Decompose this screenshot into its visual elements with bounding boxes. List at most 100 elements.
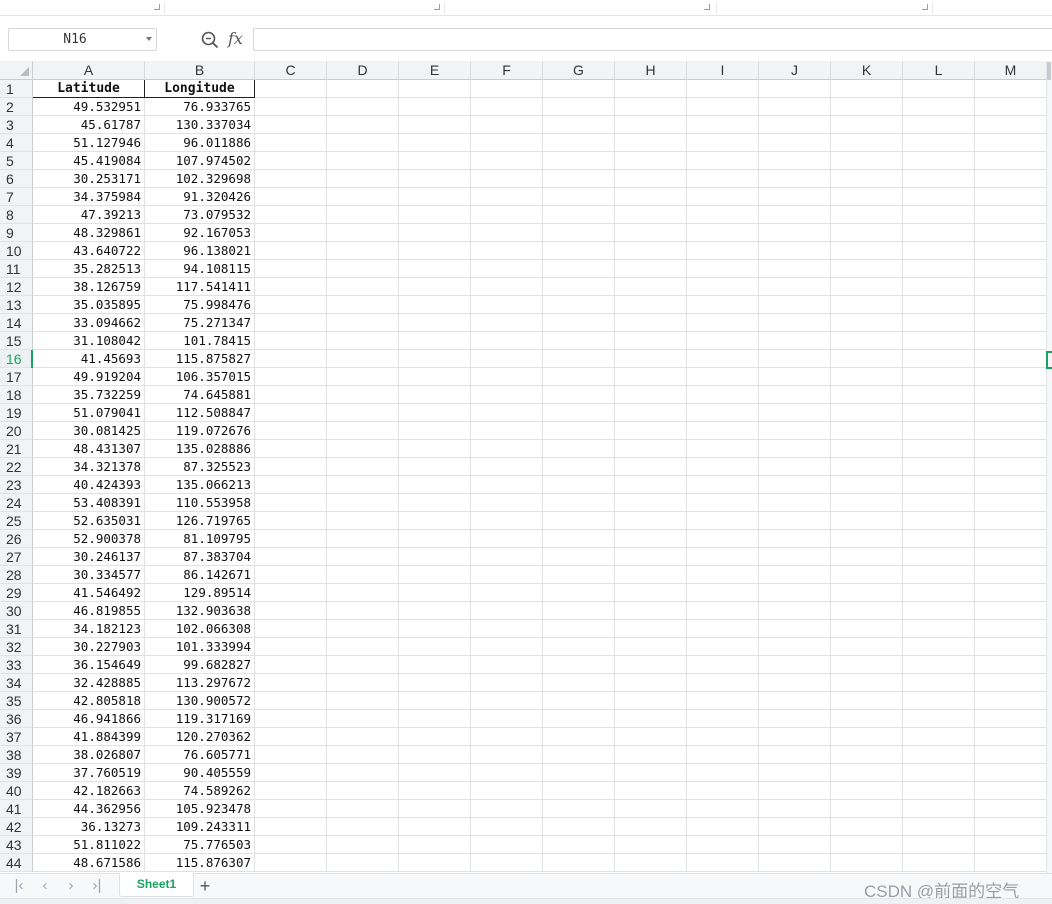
empty-cell[interactable] xyxy=(759,332,831,350)
row-header[interactable]: 38 xyxy=(0,746,33,764)
empty-cell[interactable] xyxy=(903,602,975,620)
empty-cell[interactable] xyxy=(543,566,615,584)
empty-cell[interactable] xyxy=(975,530,1047,548)
empty-cell[interactable] xyxy=(759,602,831,620)
row-header[interactable]: 20 xyxy=(0,422,33,440)
empty-cell[interactable] xyxy=(903,512,975,530)
name-box[interactable]: N16 xyxy=(8,28,157,51)
empty-cell[interactable] xyxy=(471,512,543,530)
empty-cell[interactable] xyxy=(399,278,471,296)
empty-cell[interactable] xyxy=(687,98,759,116)
empty-cell[interactable] xyxy=(399,782,471,800)
empty-cell[interactable] xyxy=(543,314,615,332)
table-cell[interactable]: 35.282513 xyxy=(33,260,145,278)
empty-cell[interactable] xyxy=(903,98,975,116)
empty-cell[interactable] xyxy=(831,764,903,782)
empty-cell[interactable] xyxy=(759,764,831,782)
empty-cell[interactable] xyxy=(975,422,1047,440)
empty-cell[interactable] xyxy=(903,800,975,818)
empty-cell[interactable] xyxy=(975,116,1047,134)
empty-cell[interactable] xyxy=(615,854,687,872)
empty-cell[interactable] xyxy=(903,458,975,476)
empty-cell[interactable] xyxy=(831,836,903,854)
empty-cell[interactable] xyxy=(543,260,615,278)
vertical-scrollbar[interactable] xyxy=(1046,61,1052,873)
table-cell[interactable]: 126.719765 xyxy=(145,512,255,530)
empty-cell[interactable] xyxy=(543,242,615,260)
table-cell[interactable]: 30.227903 xyxy=(33,638,145,656)
empty-cell[interactable] xyxy=(615,530,687,548)
table-cell[interactable]: 135.066213 xyxy=(145,476,255,494)
empty-cell[interactable] xyxy=(399,494,471,512)
empty-cell[interactable] xyxy=(327,80,399,98)
empty-cell[interactable] xyxy=(255,548,327,566)
ribbon-expand-icon[interactable] xyxy=(922,4,928,10)
empty-cell[interactable] xyxy=(759,422,831,440)
empty-cell[interactable] xyxy=(255,242,327,260)
empty-cell[interactable] xyxy=(759,494,831,512)
row-header[interactable]: 31 xyxy=(0,620,33,638)
column-header-j[interactable]: J xyxy=(759,61,831,80)
empty-cell[interactable] xyxy=(975,98,1047,116)
empty-cell[interactable] xyxy=(975,350,1047,368)
empty-cell[interactable] xyxy=(615,296,687,314)
empty-cell[interactable] xyxy=(471,368,543,386)
empty-cell[interactable] xyxy=(255,224,327,242)
table-cell[interactable]: 32.428885 xyxy=(33,674,145,692)
empty-cell[interactable] xyxy=(399,188,471,206)
empty-cell[interactable] xyxy=(543,476,615,494)
empty-cell[interactable] xyxy=(615,638,687,656)
empty-cell[interactable] xyxy=(903,584,975,602)
empty-cell[interactable] xyxy=(255,404,327,422)
empty-cell[interactable] xyxy=(255,188,327,206)
empty-cell[interactable] xyxy=(687,512,759,530)
empty-cell[interactable] xyxy=(831,260,903,278)
empty-cell[interactable] xyxy=(327,638,399,656)
empty-cell[interactable] xyxy=(687,224,759,242)
empty-cell[interactable] xyxy=(543,728,615,746)
table-cell[interactable]: 37.760519 xyxy=(33,764,145,782)
table-cell[interactable]: 35.732259 xyxy=(33,386,145,404)
empty-cell[interactable] xyxy=(687,530,759,548)
first-sheet-icon[interactable]: |‹ xyxy=(10,877,28,895)
table-cell[interactable]: 135.028886 xyxy=(145,440,255,458)
table-cell[interactable]: 41.884399 xyxy=(33,728,145,746)
empty-cell[interactable] xyxy=(327,746,399,764)
empty-cell[interactable] xyxy=(831,152,903,170)
table-cell[interactable]: 113.297672 xyxy=(145,674,255,692)
row-header[interactable]: 3 xyxy=(0,116,33,134)
empty-cell[interactable] xyxy=(615,458,687,476)
empty-cell[interactable] xyxy=(687,836,759,854)
empty-cell[interactable] xyxy=(831,512,903,530)
table-cell[interactable]: 46.941866 xyxy=(33,710,145,728)
table-cell[interactable]: 38.026807 xyxy=(33,746,145,764)
empty-cell[interactable] xyxy=(615,386,687,404)
empty-cell[interactable] xyxy=(399,350,471,368)
empty-cell[interactable] xyxy=(687,746,759,764)
empty-cell[interactable] xyxy=(327,674,399,692)
empty-cell[interactable] xyxy=(687,584,759,602)
empty-cell[interactable] xyxy=(903,296,975,314)
table-cell[interactable]: 102.329698 xyxy=(145,170,255,188)
empty-cell[interactable] xyxy=(255,746,327,764)
empty-cell[interactable] xyxy=(399,80,471,98)
empty-cell[interactable] xyxy=(471,584,543,602)
empty-cell[interactable] xyxy=(471,746,543,764)
empty-cell[interactable] xyxy=(543,782,615,800)
empty-cell[interactable] xyxy=(543,278,615,296)
table-cell[interactable]: 48.671586 xyxy=(33,854,145,872)
empty-cell[interactable] xyxy=(543,116,615,134)
empty-cell[interactable] xyxy=(327,836,399,854)
empty-cell[interactable] xyxy=(543,440,615,458)
empty-cell[interactable] xyxy=(687,242,759,260)
empty-cell[interactable] xyxy=(831,206,903,224)
empty-cell[interactable] xyxy=(327,386,399,404)
row-header[interactable]: 14 xyxy=(0,314,33,332)
column-header-b[interactable]: B xyxy=(145,61,255,80)
empty-cell[interactable] xyxy=(327,404,399,422)
empty-cell[interactable] xyxy=(687,566,759,584)
empty-cell[interactable] xyxy=(471,224,543,242)
row-header[interactable]: 29 xyxy=(0,584,33,602)
empty-cell[interactable] xyxy=(975,620,1047,638)
empty-cell[interactable] xyxy=(687,332,759,350)
